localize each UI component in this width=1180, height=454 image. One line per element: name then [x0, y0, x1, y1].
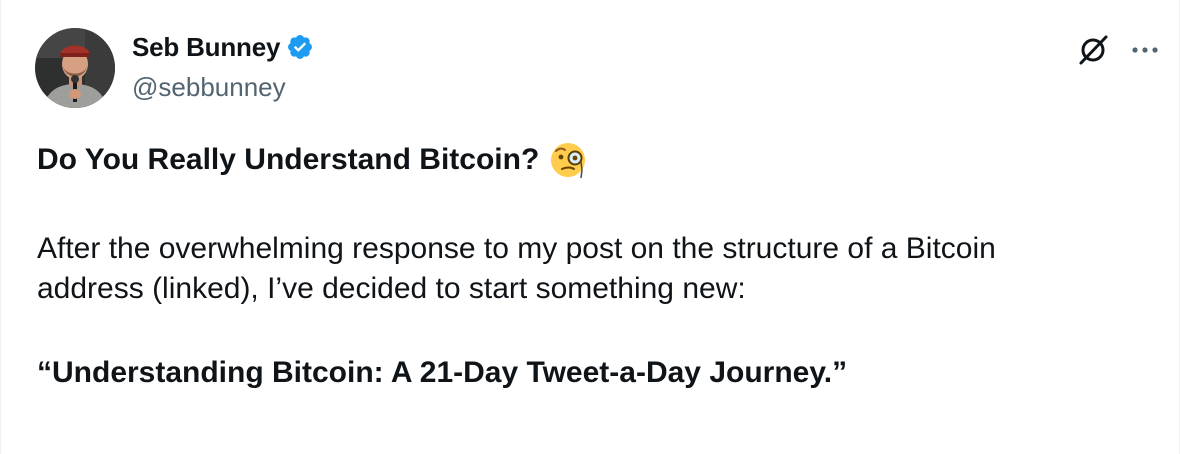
author-name-row: Seb Bunney	[132, 30, 314, 64]
tweet-title: Do You Really Understand Bitcoin?	[37, 143, 540, 176]
display-name[interactable]: Seb Bunney	[132, 32, 280, 63]
tweet-card: Seb Bunney @sebbunney Do You Really Unde…	[0, 0, 1180, 454]
avatar-photo	[35, 28, 115, 108]
tweet-body-line-2: address (linked), I’ve decided to start …	[37, 272, 746, 305]
tweet-title-line: Do You Really Understand Bitcoin?	[37, 136, 1167, 184]
face-with-monocle-icon	[549, 140, 589, 180]
tweet-body-line-1: After the overwhelming response to my po…	[37, 232, 996, 265]
user-handle[interactable]: @sebbunney	[132, 72, 286, 103]
more-icon	[1132, 47, 1158, 53]
grok-button[interactable]	[1073, 30, 1113, 70]
series-title: “Understanding Bitcoin: A 21-Day Tweet-a…	[37, 356, 848, 389]
verified-badge-icon[interactable]	[286, 33, 314, 61]
avatar[interactable]	[35, 28, 115, 108]
tweet-text: Do You Really Understand Bitcoin? After …	[37, 136, 1167, 393]
grok-icon	[1079, 35, 1108, 65]
more-options-button[interactable]	[1125, 30, 1165, 70]
